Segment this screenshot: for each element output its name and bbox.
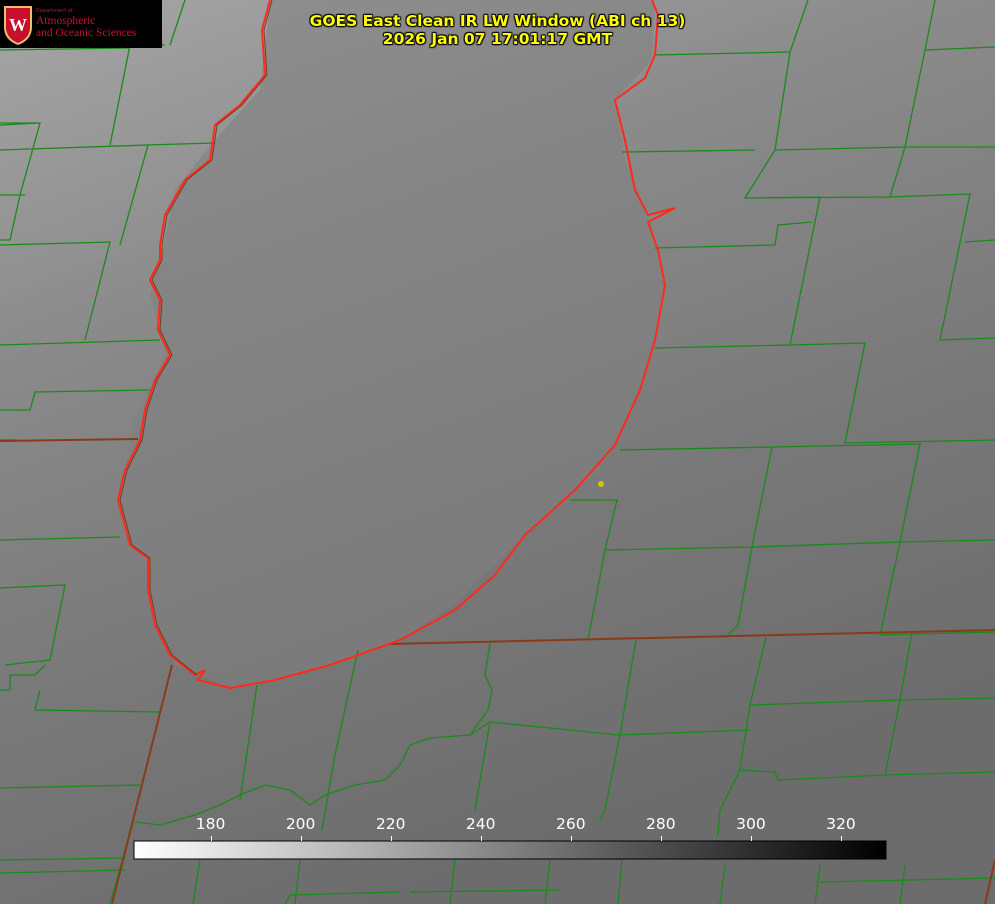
- colorbar-tick-label: 300: [736, 815, 766, 833]
- colorbar-tick-label: 240: [465, 815, 496, 833]
- image-timestamp: 2026 Jan 07 17:01:17 GMT: [382, 30, 613, 48]
- colorbar-tick-label: 260: [555, 815, 586, 833]
- map-canvas: [0, 0, 995, 904]
- colorbar-tick-mark: [480, 836, 482, 841]
- colorbar-tick-mark: [750, 836, 752, 841]
- colorbar-tick-mark: [210, 836, 212, 841]
- colorbar-tick-mark: [390, 836, 392, 841]
- colorbar-tick-label: 180: [195, 815, 226, 833]
- colorbar-tick-label: 280: [646, 815, 676, 833]
- colorbar-tick-mark: [840, 836, 842, 841]
- colorbar-tick-mark: [660, 836, 662, 841]
- colorbar-tick-label: 200: [285, 815, 316, 833]
- satellite-image-viewer: W Department of Atmospheric and Oceanic …: [0, 0, 995, 904]
- colorbar-tick-label: 220: [375, 815, 406, 833]
- colorbar-tick-mark: [300, 836, 302, 841]
- location-marker: [598, 481, 604, 487]
- colorbar-gradient: [133, 840, 887, 860]
- colorbar-tick-mark: [570, 836, 572, 841]
- image-title: GOES East Clean IR LW Window (ABI ch 13): [309, 12, 686, 30]
- colorbar-tick-label: 320: [826, 815, 856, 833]
